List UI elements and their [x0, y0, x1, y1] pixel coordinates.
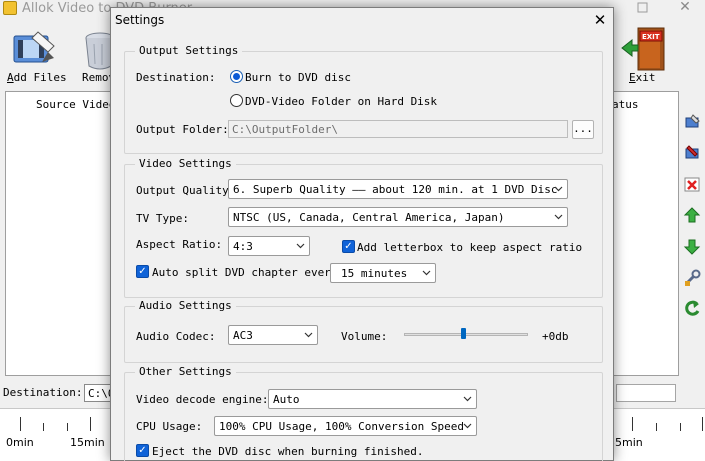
dialog-close-button[interactable]: ✕ [589, 10, 611, 30]
output-quality-label: Output Quality: [136, 184, 236, 197]
output-quality-select[interactable]: 6. Superb Quality —— about 120 min. at 1… [228, 179, 568, 199]
eject-disc-checkbox[interactable]: ✓ [136, 444, 149, 457]
output-settings-title: Output Settings [135, 44, 243, 57]
chapter-interval-value: 15 minutes [341, 267, 408, 280]
add-files-button[interactable] [8, 28, 60, 72]
output-folder-input[interactable]: C:\OutputFolder\ [228, 120, 568, 138]
chevron-down-icon [296, 243, 305, 249]
move-up-icon[interactable] [683, 206, 701, 224]
decode-engine-label: Video decode engine: [136, 393, 269, 406]
exit-sign-text: EXIT [642, 33, 660, 41]
video-settings-title: Video Settings [135, 157, 236, 170]
ruler-tick [680, 423, 681, 431]
ruler-tick [43, 423, 44, 431]
chevron-down-icon [554, 214, 563, 220]
refresh-icon[interactable] [683, 300, 701, 318]
tv-type-value: NTSC (US, Canada, Central America, Japan… [233, 211, 505, 224]
add-files-label: Add Files [7, 71, 67, 84]
tv-type-label: TV Type: [136, 212, 189, 225]
aspect-ratio-label: Aspect Ratio: [136, 238, 223, 251]
letterbox-checkbox[interactable]: ✓ [342, 240, 355, 253]
audio-codec-label: Audio Codec: [136, 330, 216, 343]
audio-codec-value: AC3 [233, 329, 253, 342]
chapter-interval-select[interactable]: 15 minutes [330, 263, 436, 283]
output-destination-label: Destination: [136, 71, 216, 84]
letterbox-label[interactable]: Add letterbox to keep aspect ratio [357, 241, 582, 254]
chevron-down-icon [422, 270, 431, 276]
dvd-folder-radio[interactable] [230, 94, 243, 107]
move-down-icon[interactable] [683, 238, 701, 256]
ruler-tick [90, 417, 91, 431]
timeline-label-0: 0min [6, 436, 34, 449]
maximize-icon [637, 2, 648, 13]
ruler-tick [656, 423, 657, 431]
remove-button[interactable] [78, 28, 115, 72]
cpu-usage-value: 100% CPU Usage, 100% Conversion Speed [219, 420, 465, 433]
output-quality-value: 6. Superb Quality —— about 120 min. at 1… [233, 183, 558, 196]
decode-engine-value: Auto [273, 393, 300, 406]
output-folder-label: Output Folder: [136, 123, 229, 136]
maximize-button[interactable] [628, 0, 658, 18]
app-icon [3, 1, 17, 15]
destination-field-right[interactable] [616, 384, 676, 402]
timeline-label-15: 15min [70, 436, 105, 449]
volume-value: +0db [542, 330, 569, 343]
delete-icon[interactable] [683, 175, 701, 193]
eject-disc-label[interactable]: Eject the DVD disc when burning finished… [152, 445, 424, 458]
chevron-down-icon [463, 396, 472, 402]
column-status[interactable]: atus [612, 98, 639, 111]
dvd-folder-label[interactable]: DVD-Video Folder on Hard Disk [245, 95, 437, 108]
edit-video-icon[interactable] [683, 144, 701, 162]
destination-label: Destination: [3, 386, 83, 399]
ruler-tick [632, 417, 633, 431]
remove-icon [85, 32, 115, 70]
dialog-title: Settings [115, 13, 165, 27]
cpu-usage-select[interactable]: 100% CPU Usage, 100% Conversion Speed [214, 416, 477, 436]
other-settings-title: Other Settings [135, 365, 236, 378]
ruler-tick [20, 417, 21, 431]
volume-slider-thumb[interactable] [461, 328, 467, 339]
volume-label: Volume: [341, 330, 388, 343]
aspect-ratio-select[interactable]: 4:3 [228, 236, 310, 256]
autosplit-checkbox[interactable]: ✓ [136, 265, 149, 278]
burn-to-dvd-label[interactable]: Burn to DVD disc [245, 71, 351, 84]
tv-type-select[interactable]: NTSC (US, Canada, Central America, Japan… [228, 207, 568, 227]
exit-label: Exit [629, 71, 656, 84]
ruler-tick [702, 417, 703, 431]
decode-engine-select[interactable]: Auto [268, 389, 477, 409]
aspect-ratio-value: 4:3 [233, 240, 253, 253]
audio-codec-select[interactable]: AC3 [228, 325, 318, 345]
column-source-video[interactable]: Source Video [36, 98, 115, 111]
chevron-down-icon [554, 186, 563, 192]
autosplit-label[interactable]: Auto split DVD chapter every [152, 266, 337, 279]
settings-dialog: Settings ✕ Output Settings Destination: … [110, 7, 614, 461]
add-video-icon[interactable] [683, 113, 701, 131]
browse-folder-button[interactable]: ... [572, 120, 594, 139]
main-close-button[interactable]: ✕ [670, 0, 700, 18]
add-files-icon [13, 31, 55, 63]
ruler-tick [67, 423, 68, 431]
burn-to-dvd-radio[interactable] [230, 70, 243, 83]
audio-settings-title: Audio Settings [135, 299, 236, 312]
chevron-down-icon [463, 423, 472, 429]
tools-icon[interactable] [683, 269, 701, 287]
chevron-down-icon [304, 332, 313, 338]
cpu-usage-label: CPU Usage: [136, 420, 203, 433]
